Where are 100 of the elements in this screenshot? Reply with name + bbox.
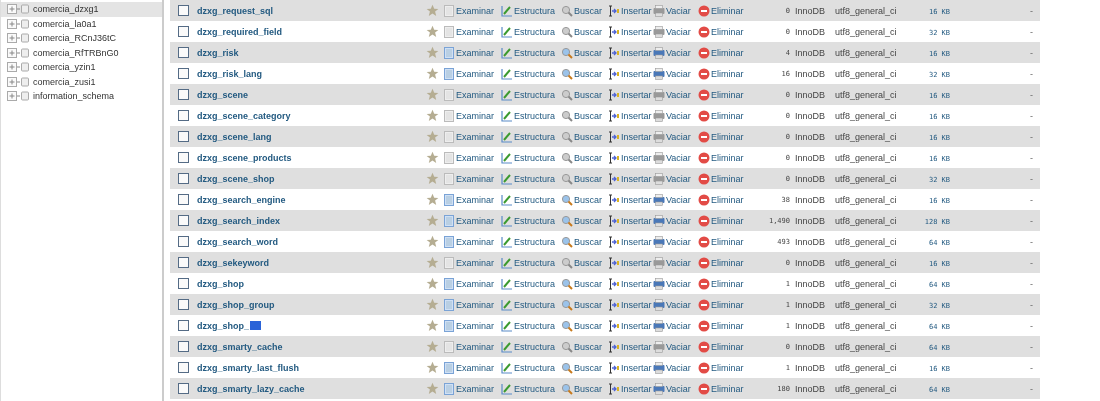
insert-link[interactable]: Insertar [621,341,652,352]
star-icon[interactable] [426,340,439,353]
insert-link[interactable]: Insertar [621,26,652,37]
browse-link[interactable]: Examinar [456,68,494,79]
insert-link[interactable]: Insertar [621,68,652,79]
star-icon[interactable] [426,25,439,38]
drop-link[interactable]: Eliminar [711,47,744,58]
star-icon[interactable] [426,172,439,185]
table-name-link[interactable]: dzxg_search_word [197,236,279,247]
drop-link[interactable]: Eliminar [711,383,744,394]
empty-link[interactable]: Vaciar [666,383,691,394]
empty-link[interactable]: Vaciar [666,26,691,37]
row-checkbox[interactable] [178,299,189,310]
star-icon[interactable] [426,109,439,122]
database-item[interactable]: comercia_RCnJ36tC [1,31,162,46]
insert-link[interactable]: Insertar [621,383,652,394]
row-checkbox[interactable] [178,173,189,184]
insert-link[interactable]: Insertar [621,320,652,331]
row-checkbox[interactable] [178,89,189,100]
browse-link[interactable]: Examinar [456,236,494,247]
structure-link[interactable]: Estructura [514,110,555,121]
row-checkbox[interactable] [178,68,189,79]
drop-link[interactable]: Eliminar [711,131,744,142]
table-name-link[interactable]: dzxg_required_field [197,26,283,37]
drop-link[interactable]: Eliminar [711,320,744,331]
drop-link[interactable]: Eliminar [711,257,744,268]
structure-link[interactable]: Estructura [514,194,555,205]
database-item[interactable]: comercia_zusi1 [1,74,162,89]
expand-icon[interactable] [7,76,29,87]
star-icon[interactable] [426,319,439,332]
structure-link[interactable]: Estructura [514,278,555,289]
row-checkbox[interactable] [178,152,189,163]
table-name-link[interactable]: dzxg_sekeyword [197,257,270,268]
browse-link[interactable]: Examinar [456,362,494,373]
structure-link[interactable]: Estructura [514,5,555,16]
browse-link[interactable]: Examinar [456,383,494,394]
database-item[interactable]: information_schema [1,89,162,104]
drop-link[interactable]: Eliminar [711,236,744,247]
drop-link[interactable]: Eliminar [711,152,744,163]
table-name-link[interactable]: dzxg_scene_category [197,110,291,121]
row-checkbox[interactable] [178,131,189,142]
row-checkbox[interactable] [178,362,189,373]
row-checkbox[interactable] [178,5,189,16]
search-link[interactable]: Buscar [574,299,602,310]
insert-link[interactable]: Insertar [621,152,652,163]
browse-link[interactable]: Examinar [456,215,494,226]
search-link[interactable]: Buscar [574,110,602,121]
insert-link[interactable]: Insertar [621,299,652,310]
search-link[interactable]: Buscar [574,68,602,79]
table-name-link[interactable]: dzxg_smarty_lazy_cache [197,383,305,394]
empty-link[interactable]: Vaciar [666,47,691,58]
table-name-link[interactable]: dzxg_smarty_last_flush [197,362,300,373]
empty-link[interactable]: Vaciar [666,110,691,121]
row-checkbox[interactable] [178,47,189,58]
structure-link[interactable]: Estructura [514,47,555,58]
structure-link[interactable]: Estructura [514,299,555,310]
insert-link[interactable]: Insertar [621,194,652,205]
browse-link[interactable]: Examinar [456,26,494,37]
row-checkbox[interactable] [178,236,189,247]
database-item[interactable]: comercia_RfTRBnG0 [1,45,162,60]
browse-link[interactable]: Examinar [456,5,494,16]
table-name-link[interactable]: dzxg_request_sql [197,5,274,16]
empty-link[interactable]: Vaciar [666,89,691,100]
structure-link[interactable]: Estructura [514,236,555,247]
star-icon[interactable] [426,235,439,248]
structure-link[interactable]: Estructura [514,257,555,268]
browse-link[interactable]: Examinar [456,299,494,310]
search-link[interactable]: Buscar [574,152,602,163]
table-name-link[interactable]: dzxg_scene_lang [197,131,272,142]
star-icon[interactable] [426,256,439,269]
browse-link[interactable]: Examinar [456,131,494,142]
search-link[interactable]: Buscar [574,236,602,247]
table-name-link[interactable]: dzxg_search_engine [197,194,286,205]
table-name-link[interactable]: dzxg_shop_ [197,320,249,331]
insert-link[interactable]: Insertar [621,47,652,58]
expand-icon[interactable] [7,91,29,102]
database-item[interactable]: comercia_yzin1 [1,60,162,75]
structure-link[interactable]: Estructura [514,26,555,37]
table-name-link[interactable]: dzxg_scene [197,89,249,100]
table-name-link[interactable]: dzxg_search_index [197,215,281,226]
insert-link[interactable]: Insertar [621,173,652,184]
search-link[interactable]: Buscar [574,47,602,58]
star-icon[interactable] [426,151,439,164]
row-checkbox[interactable] [178,341,189,352]
search-link[interactable]: Buscar [574,257,602,268]
table-name-link[interactable]: dzxg_shop [197,278,244,289]
drop-link[interactable]: Eliminar [711,194,744,205]
structure-link[interactable]: Estructura [514,89,555,100]
browse-link[interactable]: Examinar [456,89,494,100]
browse-link[interactable]: Examinar [456,341,494,352]
drop-link[interactable]: Eliminar [711,5,744,16]
insert-link[interactable]: Insertar [621,131,652,142]
expand-icon[interactable] [7,47,29,58]
row-checkbox[interactable] [178,110,189,121]
search-link[interactable]: Buscar [574,320,602,331]
browse-link[interactable]: Examinar [456,152,494,163]
table-name-link[interactable]: dzxg_risk [197,47,239,58]
empty-link[interactable]: Vaciar [666,173,691,184]
empty-link[interactable]: Vaciar [666,362,691,373]
empty-link[interactable]: Vaciar [666,215,691,226]
